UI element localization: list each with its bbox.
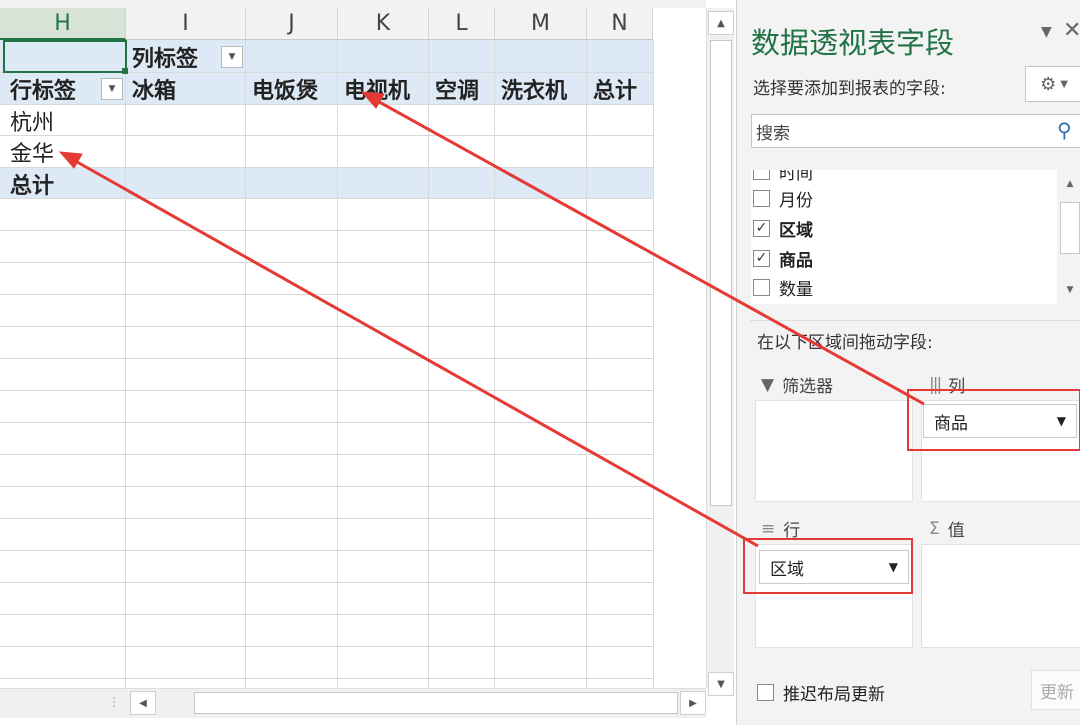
arrowhead-icon [360, 91, 385, 109]
annotation-overlay [58, 91, 925, 548]
arrowhead-icon [58, 151, 83, 169]
annotation-arrow-rows [69, 156, 759, 548]
annotation-arrow-columns [371, 96, 925, 406]
